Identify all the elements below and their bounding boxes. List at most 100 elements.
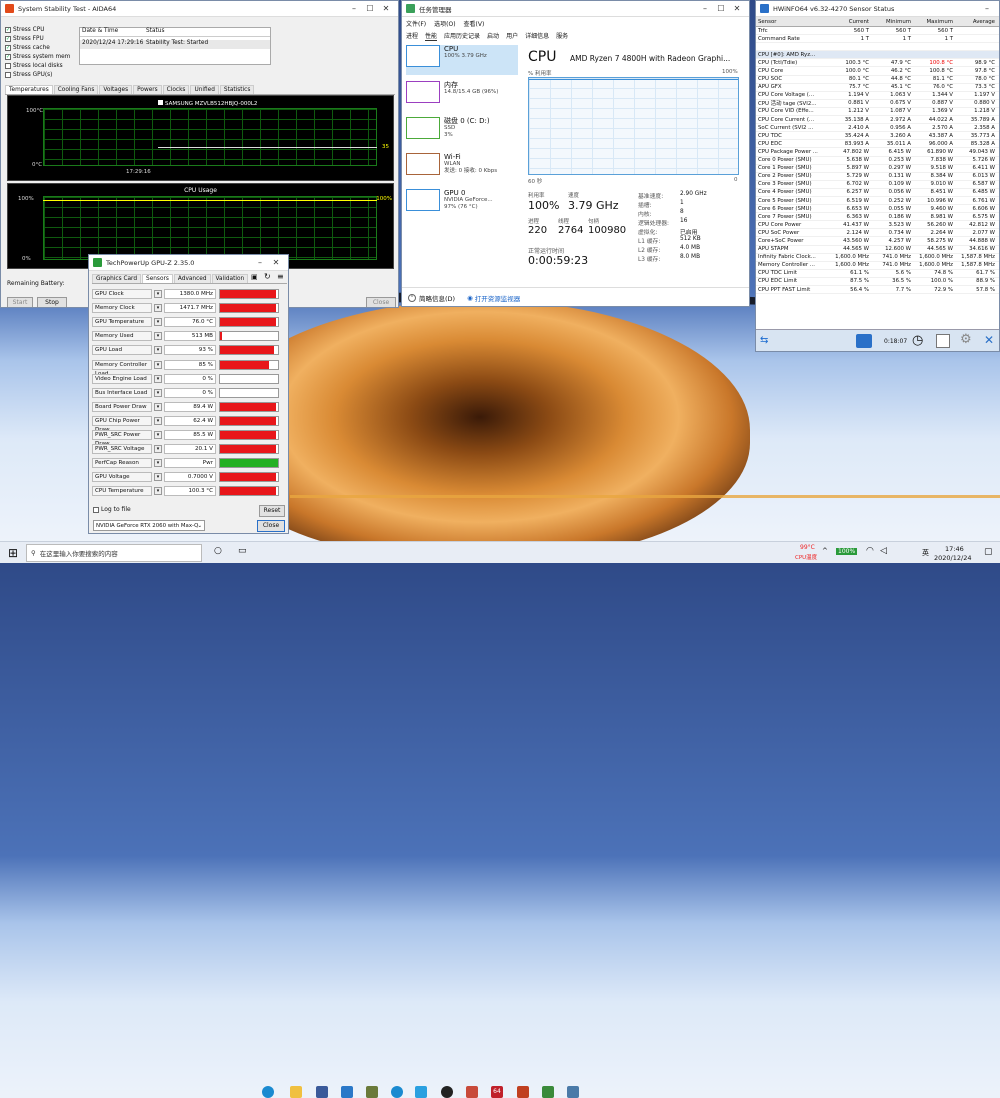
camera-icon[interactable]: ▣ [251, 273, 258, 281]
checkbox[interactable]: ✓ [5, 35, 11, 42]
start-button[interactable]: Start [7, 297, 33, 307]
hw-sensor-row[interactable]: CPU SoC Power 2.124 W 0.734 W 2.264 W 2.077 … [756, 229, 999, 238]
tm-side-item[interactable]: GPU 0 NVIDIA GeForce... 97% (76 °C) [406, 189, 518, 219]
hw-sensor-row[interactable]: CPU SOC 80.1 °C 44.8 °C 81.1 °C 78.0 °C [756, 76, 999, 84]
monitor-taskbar-icon[interactable] [567, 1086, 579, 1098]
menu-item[interactable]: 查看(V) [464, 19, 485, 28]
hw-sensor-row[interactable]: Core 6 Power (SMU) 6.653 W 0.055 W 9.460 W 6… [756, 205, 999, 214]
stop-button[interactable]: Stop [37, 297, 67, 307]
dropdown-icon[interactable]: ▾ [154, 416, 162, 425]
minimize-button[interactable]: – [346, 4, 362, 13]
dropdown-icon[interactable]: ▾ [154, 374, 162, 383]
menu-icon[interactable]: ≡ [277, 272, 284, 281]
brief-link[interactable]: 简略信息(D) [419, 293, 455, 303]
hw-sensor-row[interactable]: Core 2 Power (SMU) 5.729 W 0.131 W 8.384 W 6… [756, 173, 999, 181]
hw-sensor-row[interactable]: CPU TDC 35.424 A 3.260 A 43.387 A 35.773 A [756, 132, 999, 141]
hw-sensor-row[interactable]: Core 0 Power (SMU) 5.638 W 0.253 W 7.838 W 5… [756, 157, 999, 165]
dropdown-icon[interactable]: ▾ [154, 473, 162, 482]
app-icon[interactable] [366, 1086, 378, 1098]
tm-side-item[interactable]: 磁盘 0 (C: D:) SSD 3% [406, 117, 518, 147]
collapse-icon[interactable]: ⌃ [408, 293, 416, 302]
hw-sensor-row[interactable]: CPU PPT FAST Limit 56.4 % 7.7 % 72.9 % 57.8 … [756, 286, 999, 295]
checkbox[interactable]: ✓ [5, 53, 11, 60]
stress-option[interactable]: Stress local disks [5, 61, 75, 70]
dropdown-icon[interactable]: ▾ [154, 487, 162, 496]
hw-sensor-row[interactable] [756, 43, 999, 52]
aida64-taskbar-icon[interactable]: 64 [491, 1086, 503, 1098]
menu-item[interactable]: 选项(O) [434, 19, 455, 28]
image-app-icon[interactable] [466, 1086, 478, 1098]
hw-sensor-row[interactable]: CPU Package Power ... 47.802 W 6.415 W 61.8… [756, 148, 999, 157]
tab-0[interactable]: Temperatures [5, 85, 53, 94]
device-select[interactable]: NVIDIA GeForce RTX 2060 with Max-Q ⌄ [93, 520, 205, 531]
tm-side-item[interactable]: CPU 100% 3.79 GHz [406, 45, 518, 75]
hw-sensor-row[interactable]: Core 5 Power (SMU) 6.519 W 0.252 W 10.996 W… [756, 197, 999, 206]
menu-item[interactable]: 文件(F) [406, 19, 426, 28]
hw-sensor-row[interactable]: Command Rate 1 T 1 T 1 T [756, 35, 999, 44]
stress-option[interactable]: ✓ Stress CPU [5, 25, 75, 34]
dropdown-icon[interactable]: ▾ [154, 402, 162, 411]
taskbar-search[interactable]: ⚲ 在这里输入你要搜索的内容 [26, 544, 202, 562]
windows-start-icon[interactable]: ⊞ [8, 546, 18, 560]
tm-maximize-button[interactable]: ☐ [713, 4, 729, 13]
hw-sensor-row[interactable]: CPU 活动 tage (SVI2... 0.881 V 0.675 V 0.887 … [756, 100, 999, 108]
hw-sensor-row[interactable]: Core 7 Power (SMU) 6.363 W 0.186 W 8.981 W 6… [756, 213, 999, 222]
store-icon[interactable] [316, 1086, 328, 1098]
tray-chevron-icon[interactable]: ^ [822, 547, 828, 555]
gpuz-close-btn[interactable]: Close [257, 520, 285, 532]
reset-button[interactable]: Reset [259, 505, 285, 517]
hw-sensor-row[interactable]: CPU Core VID (Effe... 1.212 V 1.087 V 1.369… [756, 108, 999, 117]
network-icon[interactable] [856, 334, 872, 348]
gpuz-tab[interactable]: Advanced [173, 274, 211, 283]
gpuz-taskbar-icon[interactable] [542, 1086, 554, 1098]
stress-option[interactable]: ✓ Stress system mem [5, 52, 75, 61]
tab-5[interactable]: Unified [190, 85, 219, 94]
tm-tab[interactable]: 启动 [487, 31, 499, 41]
tm-tab[interactable]: 进程 [406, 31, 418, 41]
network-tray-icon[interactable]: ◠ [866, 546, 874, 556]
report-icon[interactable] [936, 334, 950, 348]
hw-sensor-row[interactable]: CPU TDC Limit 61.1 % 5.6 % 74.8 % 61.7 % [756, 270, 999, 278]
task-view-icon[interactable]: ○ [214, 546, 222, 556]
tab-6[interactable]: Statistics [219, 85, 255, 94]
tab-2[interactable]: Voltages [99, 85, 133, 94]
checkbox[interactable]: ✓ [5, 26, 11, 33]
tm-tab[interactable]: 应用历史记录 [444, 31, 480, 41]
hw-sensor-row[interactable]: Memory Controller ... 1,600.0 MHz 741.0 MH… [756, 262, 999, 270]
hw-sensor-row[interactable]: CPU (Tctl/Tdie) 100.3 °C 47.9 °C 100.8 °C 98… [756, 59, 999, 68]
log-checkbox[interactable] [93, 506, 99, 513]
gpuz-close-button[interactable]: ✕ [268, 258, 284, 267]
close-button[interactable]: ✕ [378, 4, 394, 13]
dropdown-icon[interactable]: ▾ [154, 431, 162, 439]
settings-icon[interactable]: ⚙ [960, 332, 972, 347]
hw-sensor-row[interactable]: CPU EDC 83.993 A 35.011 A 96.000 A 85.328 A [756, 140, 999, 149]
tm-tab[interactable]: 详细信息 [525, 31, 549, 41]
hw-sensor-list[interactable]: Trfc 560 T 560 T 560 T Command Rate 1 T 1 T 1 T… [756, 27, 999, 295]
volume-icon[interactable]: ◁ [880, 546, 887, 556]
dropdown-icon[interactable]: ▾ [154, 459, 162, 468]
hw-sensor-row[interactable]: APU GFX 75.7 °C 45.1 °C 76.0 °C 73.3 °C [756, 84, 999, 92]
hw-minimize-button[interactable]: – [979, 4, 995, 13]
maximize-button[interactable]: ☐ [362, 4, 378, 13]
hw-sensor-row[interactable]: SoC Current (SVI2 ... 2.410 A 0.956 A 2.570… [756, 124, 999, 133]
gpuz-tab[interactable]: Sensors [142, 274, 173, 283]
hw-sensor-row[interactable]: CPU Core Power 41.437 W 3.523 W 56.260 W 42.… [756, 221, 999, 230]
tm-tab[interactable]: 用户 [506, 31, 518, 41]
gpuz-minimize-button[interactable]: – [252, 258, 268, 267]
checkbox[interactable] [5, 71, 11, 78]
checkbox[interactable]: ✓ [5, 44, 11, 51]
stress-option[interactable]: ✓ Stress FPU [5, 34, 75, 43]
hw-sensor-row[interactable]: Core 4 Power (SMU) 6.257 W 0.056 W 8.451 W 6… [756, 189, 999, 197]
tm-tab[interactable]: 服务 [556, 31, 568, 41]
tm-side-item[interactable]: 内存 14.8/15.4 GB (96%) [406, 81, 518, 111]
tm-close-button[interactable]: ✕ [729, 4, 745, 13]
hwinfo-taskbar-icon[interactable] [517, 1086, 529, 1098]
clock-icon[interactable]: ◷ [912, 333, 923, 348]
checkbox[interactable] [5, 62, 11, 69]
tab-4[interactable]: Clocks [162, 85, 190, 94]
dropdown-icon[interactable]: ▾ [154, 388, 162, 397]
hw-sensor-row[interactable]: Infinity Fabric Clock... 1,600.0 MHz 741.0… [756, 254, 999, 262]
notification-icon[interactable]: ▢ [984, 547, 993, 557]
stress-option[interactable]: ✓ Stress cache [5, 43, 75, 52]
folder-icon[interactable] [290, 1086, 302, 1098]
